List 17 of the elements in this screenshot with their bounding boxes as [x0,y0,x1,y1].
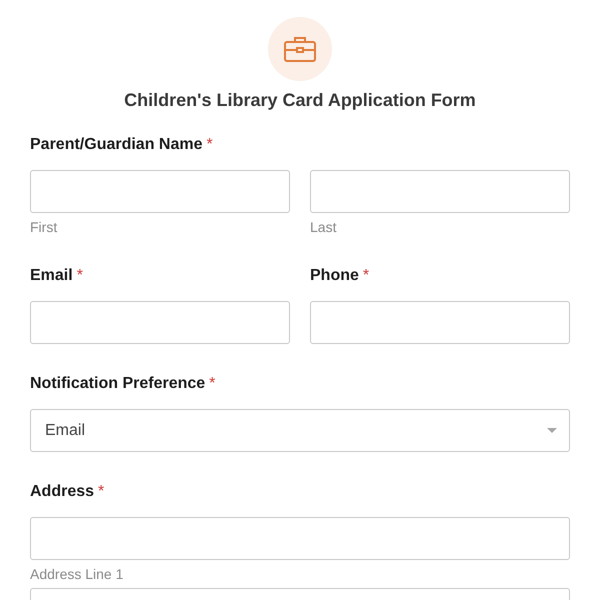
field-label: Notification Preference * [30,374,216,394]
input-field[interactable] [310,170,570,213]
field-label: Email * [30,266,84,286]
field-sublabel: Address Line 1 [30,565,124,583]
input-field[interactable] [30,517,570,560]
caret-icon [547,428,557,434]
input-field[interactable] [310,301,570,344]
input-field[interactable] [30,170,290,213]
field-label: Parent/Guardian Name * [30,135,214,155]
field-sublabel: Last [310,218,338,236]
select-field[interactable]: Email [30,409,570,452]
field-label: Phone * [310,266,370,286]
briefcase-icon [284,36,316,62]
field-label: Address * [30,482,106,502]
input-field[interactable] [30,301,290,344]
form-title: Children's Library Card Application Form [124,89,476,111]
field-sublabel: First [30,218,58,236]
